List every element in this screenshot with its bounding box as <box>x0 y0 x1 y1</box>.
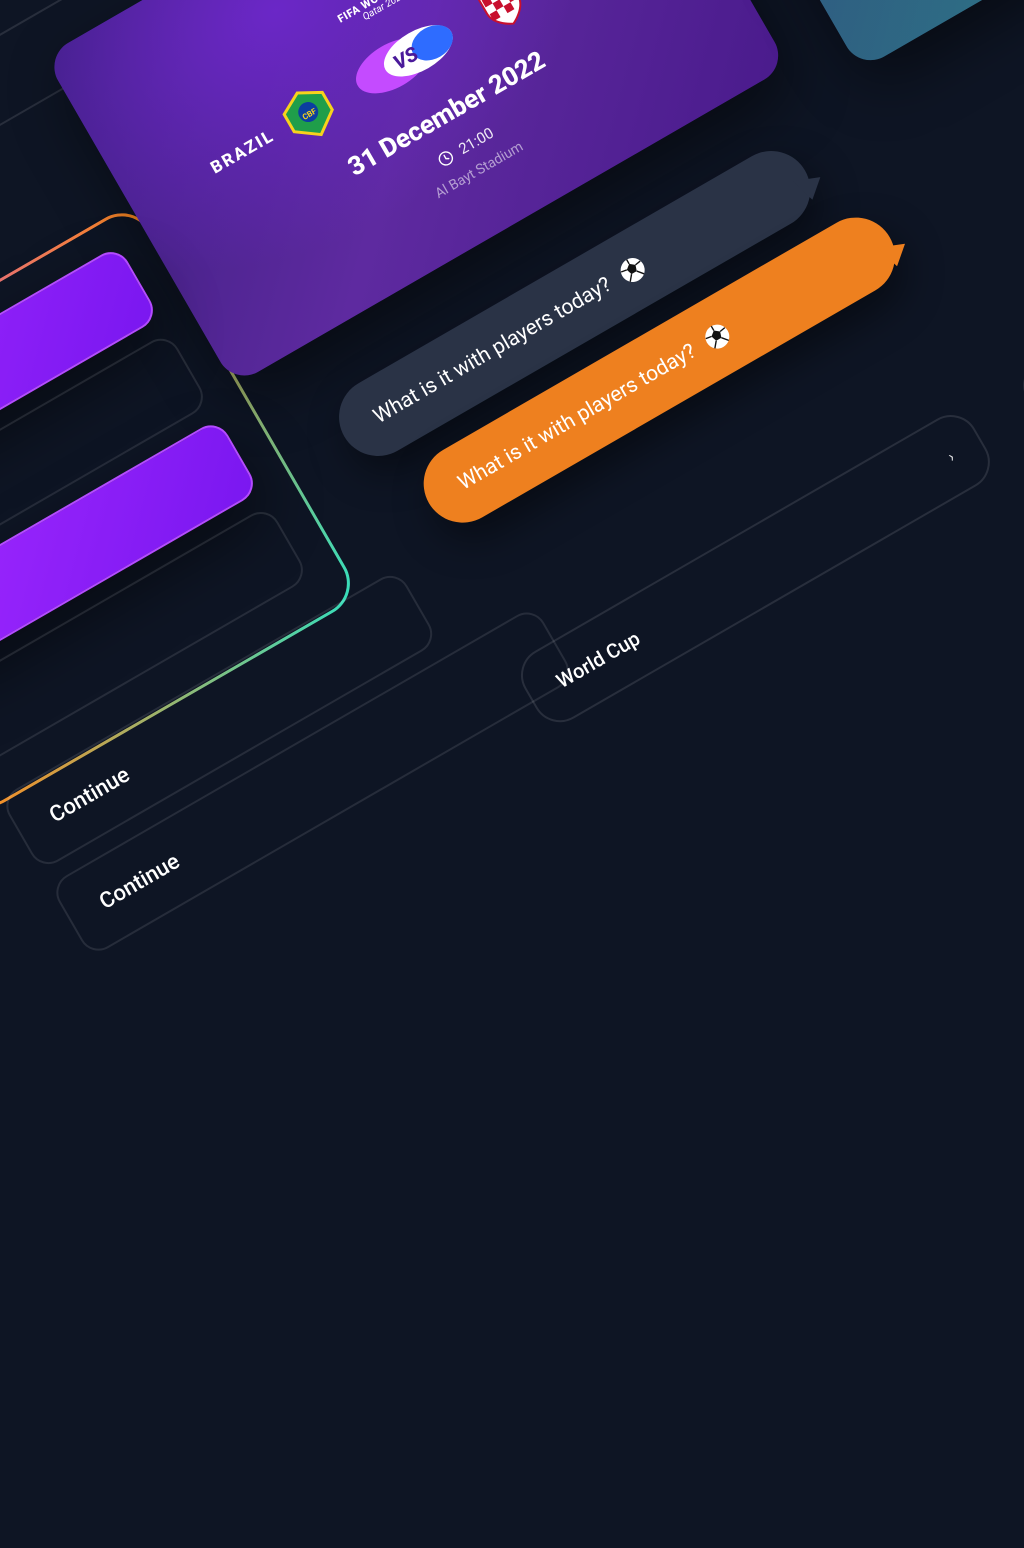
continue-button-1-label: Continue <box>45 762 134 828</box>
team-a-name: BRAZIL <box>207 126 278 178</box>
brazil-crest-icon: CBF <box>271 75 347 151</box>
soccer-ball-icon <box>615 252 651 288</box>
filter-world-cup-label: World Cup <box>552 626 644 693</box>
team-b: CROATIA <box>463 0 626 40</box>
teams-row: BRAZIL CBF VS <box>198 0 626 193</box>
match-time: 21:00 <box>455 123 496 157</box>
croatia-crest-icon <box>463 0 539 40</box>
team-a: BRAZIL CBF <box>198 75 347 194</box>
clock-icon <box>435 147 457 169</box>
soccer-ball-icon <box>700 319 736 355</box>
chevron-right-icon: › <box>944 447 957 465</box>
filter-quarter-final[interactable]: Quarter-Final <box>1013 175 1024 443</box>
continue-button-2-label: Continue <box>95 849 184 915</box>
